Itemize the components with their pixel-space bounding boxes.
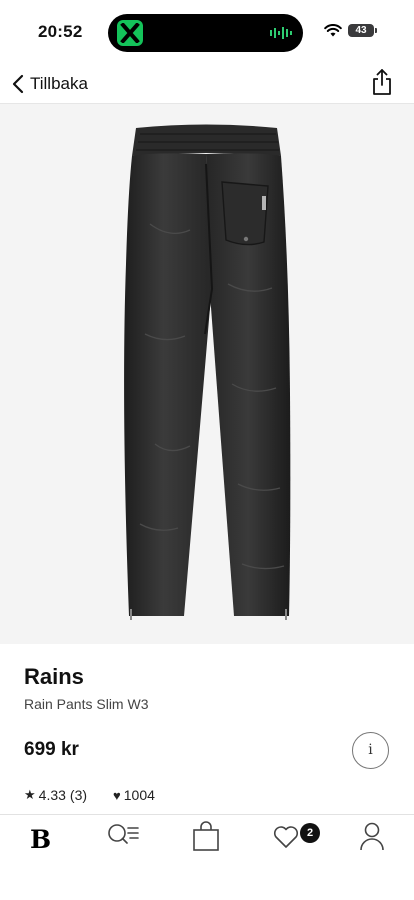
tab-cart[interactable] — [188, 821, 224, 855]
product-meta: ★ 4.33 (3) ♥ 1004 — [24, 787, 155, 803]
back-label: Tillbaka — [30, 74, 88, 93]
status-time: 20:52 — [38, 22, 83, 41]
tab-bar: B 2 — [0, 814, 414, 900]
nav-header: Tillbaka — [0, 64, 414, 104]
battery-indicator: 43 — [348, 24, 377, 37]
product-gallery[interactable] — [0, 104, 414, 644]
search-list-icon — [108, 824, 139, 844]
tab-account[interactable] — [354, 821, 390, 855]
status-indicators: 43 — [324, 24, 377, 37]
product-image[interactable] — [0, 104, 414, 644]
info-icon: i — [368, 742, 373, 758]
wifi-icon — [324, 24, 342, 37]
audio-wave-icon — [270, 27, 292, 39]
tab-search[interactable] — [106, 821, 142, 855]
status-bar: 20:52 43 — [0, 0, 414, 64]
product-info: Rains Rain Pants Slim W3 699 kr i ★ 4.33… — [0, 644, 414, 814]
app-x-icon — [117, 20, 143, 46]
dynamic-island[interactable] — [108, 14, 303, 52]
back-button[interactable]: Tillbaka — [12, 70, 88, 98]
brand-logo-icon: B — [30, 825, 52, 854]
rating-value[interactable]: 4.33 — [39, 787, 66, 803]
product-name: Rain Pants Slim W3 — [24, 696, 149, 712]
likes: ♥ 1004 — [113, 787, 155, 803]
heart-filled-icon: ♥ — [113, 787, 121, 803]
product-brand[interactable]: Rains — [24, 664, 84, 690]
rating-count[interactable]: (3) — [70, 787, 87, 803]
favorites-badge: 2 — [300, 823, 320, 843]
share-icon[interactable] — [370, 68, 394, 96]
tab-favorites[interactable]: 2 — [272, 821, 320, 855]
tab-home[interactable]: B — [22, 821, 58, 855]
likes-count: 1004 — [123, 787, 155, 803]
user-icon — [360, 822, 384, 851]
shopping-bag-icon — [193, 821, 219, 851]
chevron-left-icon — [12, 74, 24, 94]
product-price: 699 kr — [24, 739, 79, 760]
star-icon: ★ — [24, 787, 36, 802]
price-info-button[interactable]: i — [352, 732, 389, 769]
